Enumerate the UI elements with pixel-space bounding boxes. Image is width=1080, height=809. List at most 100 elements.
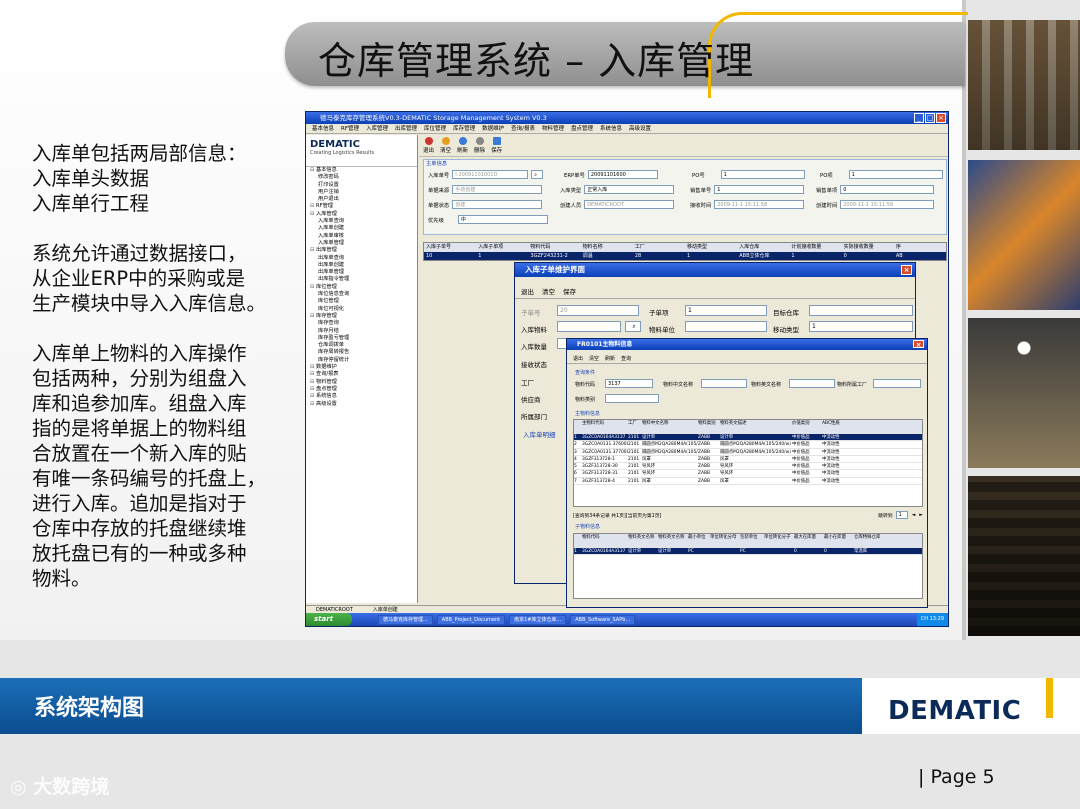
clear-button[interactable]: 清空	[440, 137, 451, 154]
tree-item[interactable]: 查询/报表	[310, 371, 417, 378]
table-row[interactable]: 3 3GZC0A0131.3770000 2101 隔圆点M2QA280M4A(105…	[574, 449, 922, 456]
tree-item[interactable]: 修改密码	[310, 174, 417, 181]
column-header[interactable]: 物料名称	[581, 243, 633, 252]
tree-item[interactable]: 出库单查询	[310, 255, 417, 262]
table-row[interactable]: 10 1 3GZF243231-2 调温 28 1 ABB立体仓库 1 0 AB	[424, 252, 946, 260]
priority-select[interactable]: 中	[457, 215, 548, 224]
unit-select[interactable]	[685, 321, 767, 332]
close-icon[interactable]: ×	[913, 340, 924, 349]
factory-field[interactable]	[873, 379, 921, 388]
tree-item[interactable]: 库存周转报告	[310, 349, 417, 356]
page-next-icon[interactable]: ►	[919, 513, 923, 518]
column-header[interactable]: 入库子单号	[424, 243, 476, 252]
menu-item[interactable]: 查询/报表	[511, 124, 535, 133]
refresh-button[interactable]: 刷新	[605, 355, 615, 362]
tree-item[interactable]: RF管理	[310, 203, 417, 210]
column-header[interactable]: 最大在库量	[794, 534, 824, 547]
refresh-button[interactable]: 刷新	[457, 137, 468, 154]
search-icon[interactable]: ⌕	[625, 321, 641, 332]
tree-item[interactable]: 库存查询	[310, 320, 417, 327]
erp-no-field[interactable]: 20091101600	[587, 170, 658, 179]
column-header[interactable]: 主物料代码	[582, 420, 628, 433]
cn-name-field[interactable]	[701, 379, 747, 388]
minimize-button[interactable]: _	[914, 113, 924, 123]
tree-item[interactable]: 打印设置	[310, 182, 417, 189]
po-field[interactable]: 1	[720, 170, 805, 179]
column-header[interactable]: 仓库特殊仓库	[854, 534, 894, 547]
tree-item[interactable]: 出库管理	[310, 247, 417, 254]
column-header[interactable]: 物料英文名称	[628, 534, 658, 547]
delete-button[interactable]: 删除	[474, 137, 485, 154]
material-type-select[interactable]	[605, 394, 659, 403]
menu-item[interactable]: 出库管理	[395, 124, 417, 133]
tree-item[interactable]: 入库单审核	[310, 233, 417, 240]
table-row[interactable]: 7 3GZF313728-4 2101 风罩 ZABB 风罩 中价值品 中流动性	[574, 478, 922, 486]
column-header[interactable]: 最小在库量	[824, 534, 854, 547]
column-header[interactable]: 最小单位	[688, 534, 710, 547]
column-header[interactable]: 物料代码	[582, 534, 628, 547]
column-header[interactable]: 物料英文描述	[720, 420, 792, 433]
tree-item[interactable]: 库存停留统计	[310, 357, 417, 364]
taskbar-item[interactable]: 德马泰克库存管理...	[378, 614, 433, 625]
column-header[interactable]: 单位转化分母	[710, 534, 740, 547]
source-field[interactable]: 手动创建	[452, 185, 543, 194]
table-row[interactable]: 4 3GZF313728-1 2101 风罩 ZABB 风罩 中价值品 中流动性	[574, 456, 922, 464]
menu-item[interactable]: 物料管理	[542, 124, 564, 133]
column-header[interactable]: 物料英文名称	[658, 534, 688, 547]
material-field[interactable]	[557, 321, 621, 332]
table-row[interactable]: 6 3GZF313728-31 2101 导风环 ZABB 导风环 中价值品 中流动性	[574, 470, 922, 478]
tree-item[interactable]: 入库单创建	[310, 225, 417, 232]
sale-no-field[interactable]: 1	[714, 185, 805, 194]
menu-item[interactable]: 库位管理	[424, 124, 446, 133]
target-warehouse-select[interactable]	[809, 305, 913, 316]
exit-button[interactable]: 退出	[521, 286, 534, 296]
start-button[interactable]: start	[306, 613, 352, 626]
column-header[interactable]: 物料类别	[698, 420, 720, 433]
column-header[interactable]: 工厂	[628, 420, 642, 433]
tree-item[interactable]: 物料管理	[310, 379, 417, 386]
menu-item[interactable]: RF管理	[341, 124, 359, 133]
table-row[interactable]: 2 3GZC0A0131.3760000 2101 隔圆点M2QA280M4A(105…	[574, 441, 922, 449]
close-button[interactable]: ×	[936, 113, 946, 123]
tree-item[interactable]: 系统信息	[310, 393, 417, 400]
column-header[interactable]: 入库仓库	[737, 243, 789, 252]
column-header[interactable]: 工厂	[633, 243, 685, 252]
column-header[interactable]: ABC性质	[822, 420, 852, 433]
menu-item[interactable]: 系统信息	[600, 124, 622, 133]
clear-button[interactable]: 清空	[542, 286, 555, 296]
status-field[interactable]: 创建	[452, 200, 543, 209]
column-header[interactable]: 物料代码	[528, 243, 580, 252]
maximize-button[interactable]: □	[925, 113, 935, 123]
taskbar-item[interactable]: ABB_Project_Document	[436, 614, 506, 625]
move-type-field[interactable]: 1	[809, 321, 913, 332]
menu-item[interactable]: 盘点管理	[571, 124, 593, 133]
column-header[interactable]: 实际接收数量	[842, 243, 894, 252]
exit-button[interactable]: 退出	[573, 355, 583, 362]
column-header[interactable]: 序	[894, 243, 946, 252]
page-jump-field[interactable]: 1	[895, 511, 908, 519]
sale-item-field[interactable]: 0	[840, 185, 935, 194]
query-button[interactable]: 查询	[621, 355, 631, 362]
menu-item[interactable]: 数据维护	[482, 124, 504, 133]
po-item-field[interactable]: 1	[848, 170, 943, 179]
exit-button[interactable]: 退出	[423, 137, 434, 154]
create-time-field[interactable]: 2009-11-1 15:11:58	[840, 200, 935, 209]
tree-item[interactable]: 库位管理	[310, 284, 417, 291]
search-icon[interactable]: ⌕	[531, 170, 544, 179]
page-prev-icon[interactable]: ◄	[912, 513, 916, 518]
tree-item[interactable]: 库位可视化	[310, 306, 417, 313]
taskbar-item[interactable]: ABB_Software_SAPb...	[570, 614, 636, 625]
table-row[interactable]: 1 3GZC0A0164A3137 设计单 设计单 PC PC 0 0 常温库	[574, 548, 922, 556]
menu-item[interactable]: 库存管理	[453, 124, 475, 133]
tree-item[interactable]: 出库指令管理	[310, 276, 417, 283]
table-row[interactable]: 5 3GZF313728-30 2101 导风环 ZABB 导风环 中价值品 中流动性	[574, 463, 922, 471]
recv-time-field[interactable]: 2009-11-1 15:11:58	[714, 200, 805, 209]
tree-item[interactable]: 高级设置	[310, 401, 417, 408]
en-name-field[interactable]	[789, 379, 835, 388]
save-button[interactable]: 保存	[563, 286, 576, 296]
tree-item[interactable]: 库存月结	[310, 328, 417, 335]
in-type-select[interactable]: 正常入库	[584, 185, 675, 194]
sub-item-field[interactable]: 1	[685, 305, 767, 316]
column-header[interactable]: 物料中文名称	[642, 420, 698, 433]
table-row[interactable]: 1 3GZC0A0164A3137 2101 设计单 ZABB 设计单 中价值品 中流动性	[574, 434, 922, 442]
